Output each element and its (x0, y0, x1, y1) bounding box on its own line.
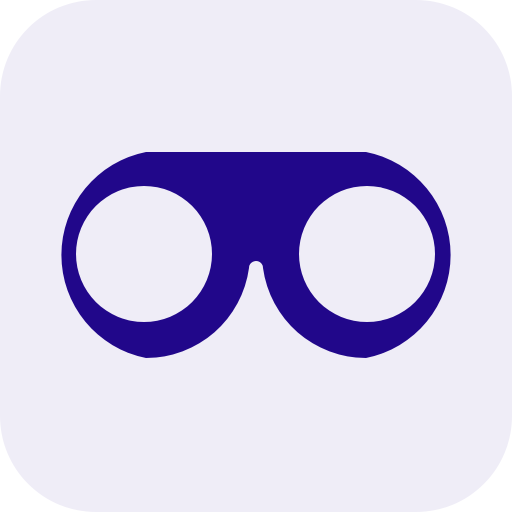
app-icon[interactable] (0, 0, 512, 512)
glasses-icon (61, 152, 451, 358)
glasses-frame (61, 152, 451, 358)
